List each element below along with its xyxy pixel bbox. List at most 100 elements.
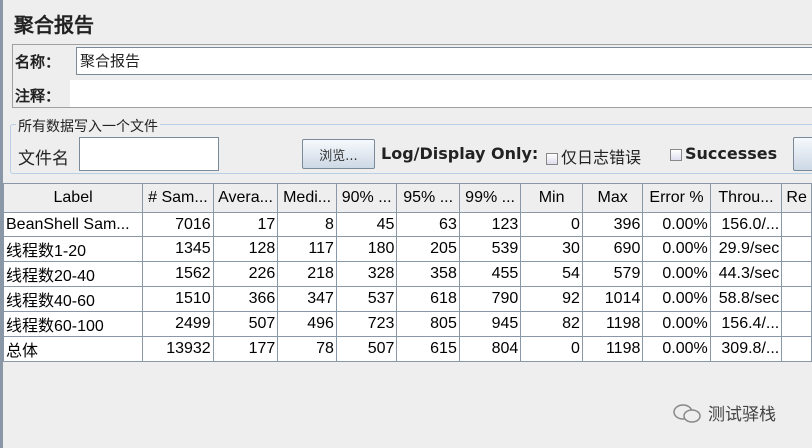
table-cell: 1014	[581, 286, 644, 312]
table-row[interactable]: 线程数1-20 1345 128 117 180 205 539 30 690 0.00% 29.9…	[2, 236, 812, 262]
column-header[interactable]: Medi...	[277, 183, 337, 213]
table-cell: 17	[212, 212, 279, 237]
page-title: 聚合报告	[14, 13, 94, 37]
column-header[interactable]: Avera...	[212, 183, 279, 213]
table-cell: 29.9/sec	[709, 236, 783, 262]
table-cell	[781, 212, 812, 237]
table-cell: 92	[520, 286, 583, 312]
log-display-label: Log/Display Only:	[381, 144, 539, 163]
table-cell: 539	[458, 236, 522, 262]
table-cell: 347	[277, 286, 337, 312]
file-group-legend: 所有数据写入一个文件	[16, 116, 160, 136]
column-header[interactable]: 90% ...	[335, 183, 398, 213]
table-cell: 805	[396, 311, 460, 337]
name-input[interactable]: 聚合报告	[76, 47, 812, 75]
table-row[interactable]: 线程数40-60 1510 366 347 537 618 790 92 1014 0.00% 58…	[2, 286, 812, 312]
table-row[interactable]: 线程数20-40 1562 226 218 328 358 455 54 579 0.00% 44.…	[2, 261, 812, 287]
watermark: 测试驿栈	[672, 400, 776, 425]
table-cell: 156.0/...	[709, 212, 783, 237]
table-cell: 1198	[581, 311, 644, 337]
table-row[interactable]: 总体 13932 177 78 507 615 804 0 1198 0.00% 309.8/...	[2, 336, 812, 362]
table-cell: 537	[335, 286, 398, 312]
table-cell: 63	[396, 212, 460, 237]
table-cell: BeanShell Sam...	[2, 212, 144, 237]
table-cell: 1562	[142, 261, 214, 287]
file-input[interactable]	[79, 137, 219, 171]
table-cell: 0	[520, 212, 583, 237]
table-cell: 54	[520, 261, 583, 287]
table-cell: 180	[335, 236, 398, 262]
table-cell: 2499	[142, 311, 214, 337]
table-cell: 690	[581, 236, 644, 262]
table-cell: 13932	[142, 336, 214, 362]
column-header[interactable]: Error %	[642, 183, 711, 213]
table-row[interactable]: 线程数60-100 2499 507 496 723 805 945 82 1198 0.00% 1…	[2, 311, 812, 337]
table-cell: 0	[520, 336, 583, 362]
table-cell: 218	[277, 261, 337, 287]
table-cell: 线程数20-40	[2, 261, 144, 287]
file-label: 文件名	[18, 149, 69, 169]
table-cell	[781, 311, 812, 337]
table-row[interactable]: BeanShell Sam... 7016 17 8 45 63 123 0 396 0.00% 1…	[2, 212, 812, 237]
table-cell: 线程数60-100	[2, 311, 144, 337]
column-header[interactable]: Label	[2, 183, 144, 213]
column-header[interactable]: Re	[781, 183, 812, 213]
column-header[interactable]: Min	[520, 183, 583, 213]
table-cell: 82	[520, 311, 583, 337]
checkbox-icon	[546, 152, 558, 165]
wechat-icon	[673, 403, 701, 423]
errors-only-label: 仅日志错误	[561, 148, 642, 167]
table-cell: 309.8/...	[709, 336, 783, 362]
table-cell: 507	[335, 336, 398, 362]
browse-button[interactable]: 浏览...	[302, 139, 375, 169]
table-cell: 618	[396, 286, 460, 312]
column-header[interactable]: 99% ...	[458, 183, 522, 213]
table-cell: 123	[458, 212, 522, 237]
table-cell: 117	[277, 236, 337, 262]
table-cell: 328	[335, 261, 398, 287]
table-cell: 396	[581, 212, 644, 237]
table-cell: 945	[458, 311, 522, 337]
table-cell: 0.00%	[642, 212, 711, 237]
table-cell: 线程数40-60	[2, 286, 144, 312]
table-cell: 455	[458, 261, 522, 287]
table-cell	[781, 286, 812, 312]
table-cell: 58.8/sec	[709, 286, 783, 312]
name-label: 名称：	[15, 53, 61, 71]
table-cell: 790	[458, 286, 522, 312]
table-cell: 1510	[142, 286, 214, 312]
errors-only-checkbox[interactable]: 仅日志错误	[546, 144, 641, 168]
table-cell: 579	[581, 261, 644, 287]
table-cell: 0.00%	[642, 236, 711, 262]
table-cell: 78	[277, 336, 337, 362]
aggregate-table: Label # Sam... Avera... Medi... 90% ... 95% .…	[2, 183, 812, 362]
table-cell: 804	[458, 336, 522, 362]
table-cell: 723	[335, 311, 398, 337]
table-cell	[781, 261, 812, 287]
checkbox-icon	[670, 148, 682, 161]
comment-label: 注释：	[15, 87, 61, 105]
table-cell: 44.3/sec	[709, 261, 783, 287]
table-cell: 496	[277, 311, 337, 337]
column-header[interactable]: Max	[581, 183, 644, 213]
column-header[interactable]: Throu...	[709, 183, 783, 213]
table-cell: 128	[212, 236, 279, 262]
table-cell: 0.00%	[642, 336, 711, 362]
table-cell: 7016	[142, 212, 214, 237]
table-cell: 358	[396, 261, 460, 287]
table-cell	[781, 236, 812, 262]
column-header[interactable]: 95% ...	[396, 183, 460, 213]
table-cell: 0.00%	[642, 261, 711, 287]
successes-checkbox[interactable]: Successes	[670, 144, 777, 163]
table-cell: 366	[212, 286, 279, 312]
table-cell: 0.00%	[642, 311, 711, 337]
configure-button[interactable]	[793, 137, 812, 171]
comment-input[interactable]	[70, 80, 812, 107]
table-cell: 30	[520, 236, 583, 262]
table-cell: 0.00%	[642, 286, 711, 312]
table-cell: 226	[212, 261, 279, 287]
column-header[interactable]: # Sam...	[142, 183, 214, 213]
table-cell: 205	[396, 236, 460, 262]
table-cell: 156.4/...	[709, 311, 783, 337]
table-cell	[781, 336, 812, 362]
